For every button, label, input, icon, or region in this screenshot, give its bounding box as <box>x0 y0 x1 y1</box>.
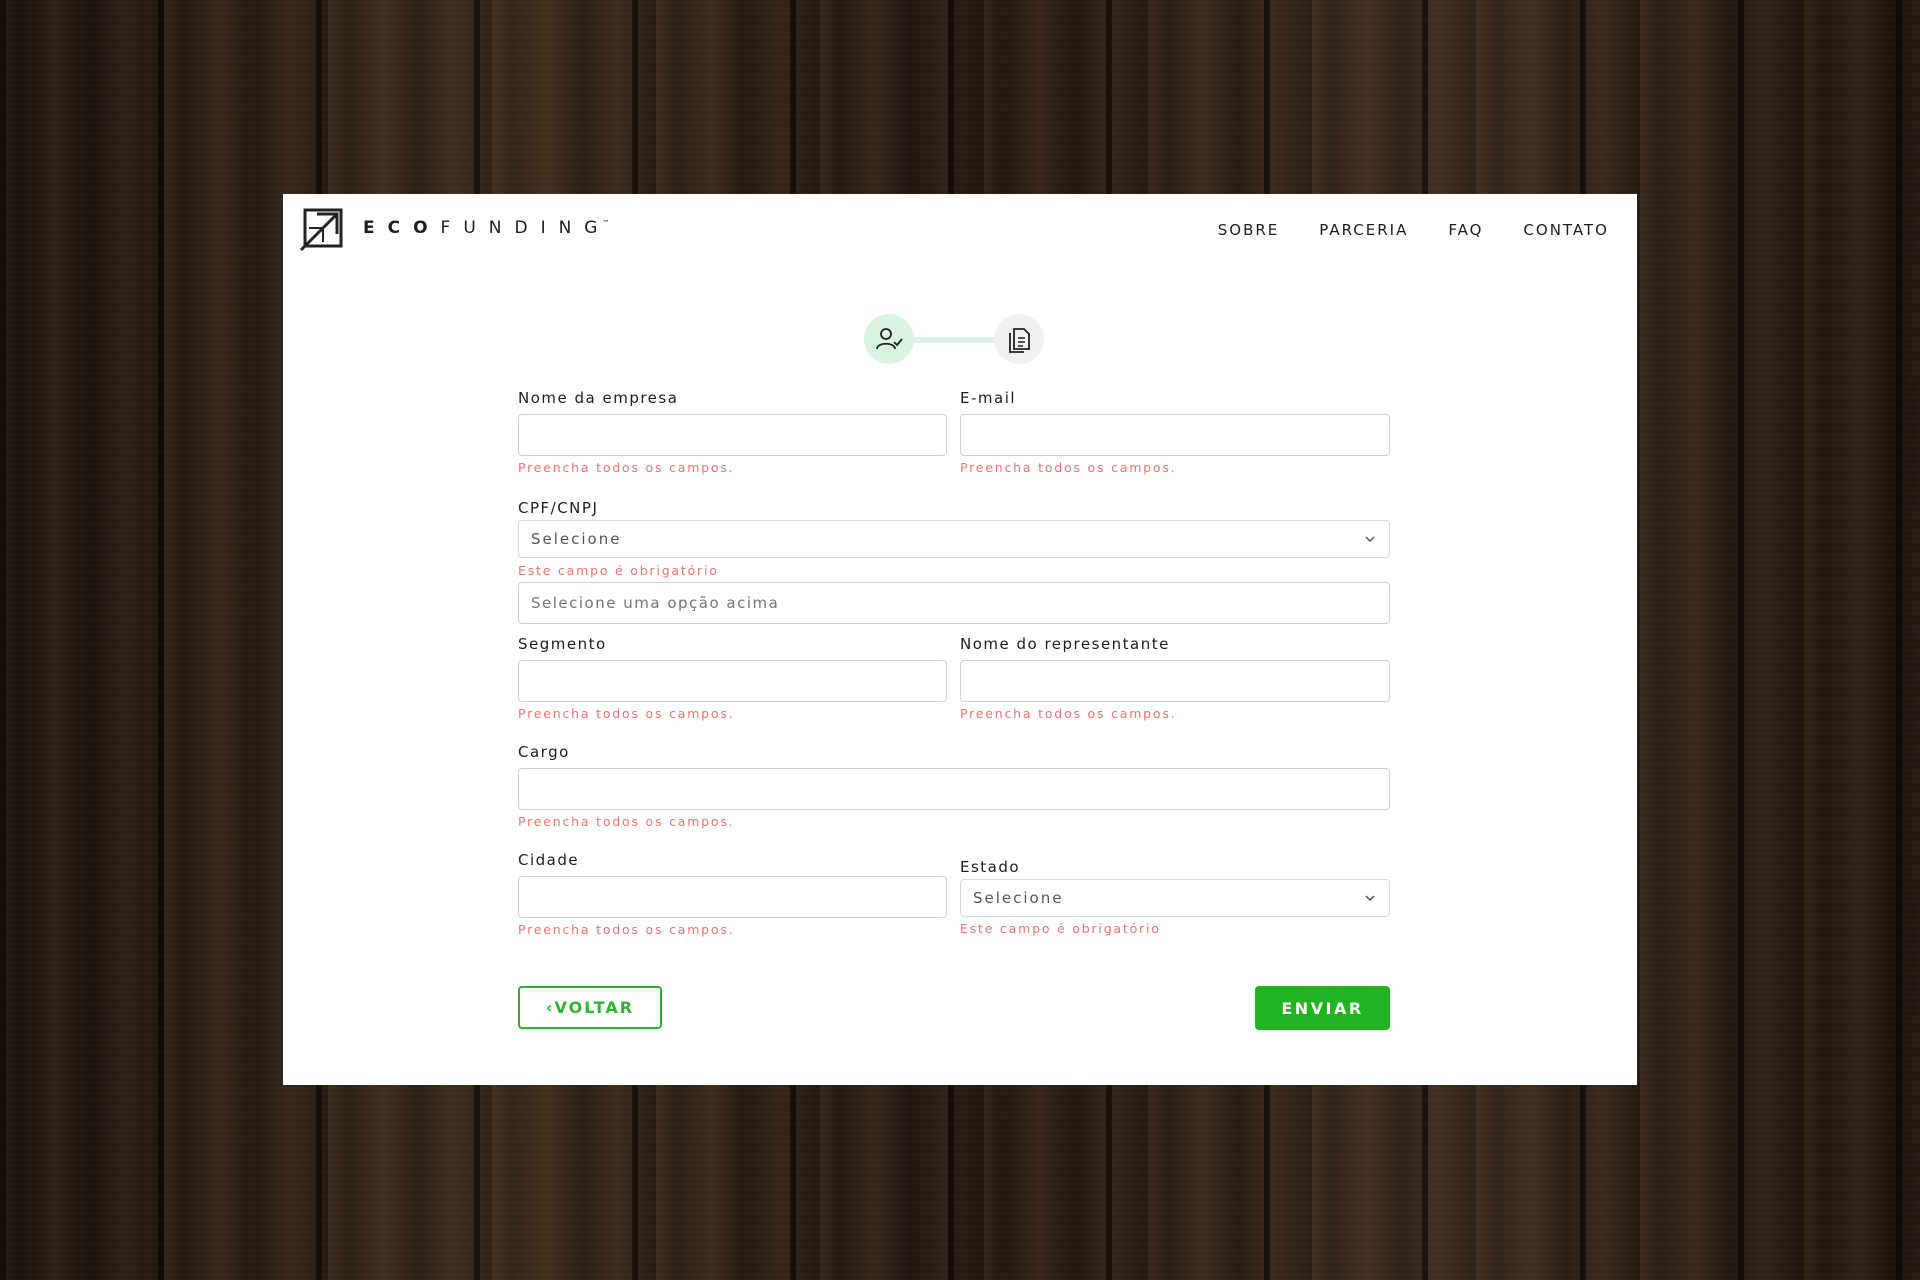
cpf-cnpj-field: CPF/CNPJ Selecione Este campo é obrigató… <box>518 499 1390 578</box>
role-label: Cargo <box>518 743 570 761</box>
state-error: Este campo é obrigatório <box>960 921 1161 936</box>
document-icon <box>1009 328 1030 353</box>
company-name-label: Nome da empresa <box>518 389 679 407</box>
role-error: Preencha todos os campos. <box>518 814 735 829</box>
logo-trademark: ™ <box>602 219 610 227</box>
role-input[interactable] <box>518 768 1390 810</box>
city-input[interactable] <box>518 876 947 918</box>
representative-field: Nome do representante Preencha todos os … <box>960 635 1390 721</box>
company-name-input[interactable] <box>518 414 947 456</box>
company-name-error: Preencha todos os campos. <box>518 460 735 475</box>
logo-funding: FUNDING <box>440 218 611 238</box>
state-field: Estado Selecione Este campo é obrigatóri… <box>960 858 1390 936</box>
chevron-down-icon <box>1365 536 1375 543</box>
logo-eco: ECO <box>363 218 441 238</box>
back-button-label: VOLTAR <box>554 998 635 1017</box>
logo-wordmark: ECO FUNDING ™ <box>363 218 609 238</box>
segment-field: Segmento Preencha todos os campos. <box>518 635 947 721</box>
nav-sobre[interactable]: SOBRE <box>1218 221 1280 239</box>
main-nav: SOBRE PARCERIA FAQ CONTATO <box>1218 221 1609 239</box>
logo[interactable]: ECO FUNDING ™ <box>299 204 609 252</box>
document-number-field <box>518 582 1390 624</box>
nav-parceria[interactable]: PARCERIA <box>1319 221 1408 239</box>
cpf-cnpj-selected: Selecione <box>531 530 622 548</box>
company-name-field: Nome da empresa Preencha todos os campos… <box>518 389 947 475</box>
user-check-icon <box>876 328 903 350</box>
segment-input[interactable] <box>518 660 947 702</box>
email-error: Preencha todos os campos. <box>960 460 1177 475</box>
chevron-down-icon <box>1365 895 1375 902</box>
nav-faq[interactable]: FAQ <box>1448 221 1483 239</box>
cpf-cnpj-label: CPF/CNPJ <box>518 499 599 517</box>
chevron-left-icon: ‹ <box>545 998 555 1017</box>
submit-button-label: ENVIAR <box>1281 998 1364 1018</box>
state-label: Estado <box>960 858 1021 876</box>
ecofunding-logo-icon <box>299 208 343 252</box>
registration-panel: ECO FUNDING ™ SOBRE PARCERIA FAQ CONTATO <box>283 194 1637 1085</box>
step-1[interactable] <box>864 314 914 364</box>
email-field: E-mail Preencha todos os campos. <box>960 389 1390 475</box>
stepper-connector <box>910 337 998 343</box>
representative-label: Nome do representante <box>960 635 1170 653</box>
submit-button[interactable]: ENVIAR <box>1255 986 1390 1030</box>
segment-error: Preencha todos os campos. <box>518 706 735 721</box>
back-button[interactable]: ‹ VOLTAR <box>518 986 662 1029</box>
step-2[interactable] <box>994 314 1044 364</box>
representative-error: Preencha todos os campos. <box>960 706 1177 721</box>
city-field: Cidade Preencha todos os campos. <box>518 851 947 937</box>
document-number-input[interactable] <box>518 582 1390 624</box>
cpf-cnpj-select[interactable]: Selecione <box>518 520 1390 558</box>
city-error: Preencha todos os campos. <box>518 922 735 937</box>
state-select[interactable]: Selecione <box>960 879 1390 917</box>
state-selected: Selecione <box>973 889 1064 907</box>
email-input[interactable] <box>960 414 1390 456</box>
representative-input[interactable] <box>960 660 1390 702</box>
cpf-cnpj-error: Este campo é obrigatório <box>518 563 719 578</box>
nav-contato[interactable]: CONTATO <box>1523 221 1609 239</box>
segment-label: Segmento <box>518 635 607 653</box>
role-field: Cargo Preencha todos os campos. <box>518 743 1390 829</box>
city-label: Cidade <box>518 851 580 869</box>
email-label: E-mail <box>960 389 1017 407</box>
form-stepper <box>864 314 1044 366</box>
